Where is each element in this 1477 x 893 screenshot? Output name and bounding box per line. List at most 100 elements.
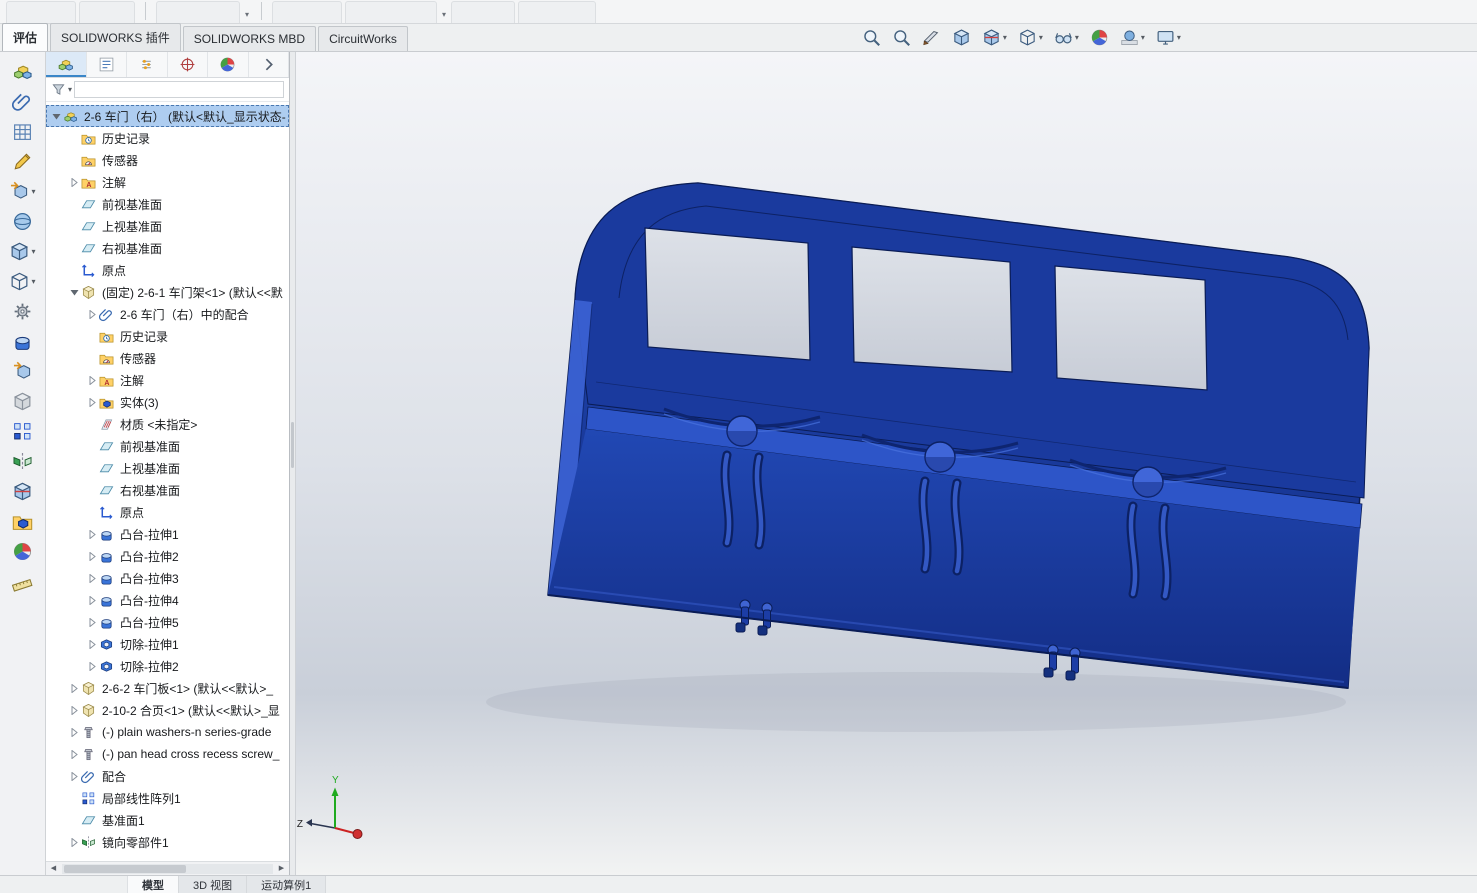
- tree-item[interactable]: 凸台-拉伸3: [46, 567, 289, 589]
- expand-arrow-icon[interactable]: [86, 309, 99, 319]
- tree-item[interactable]: 基准面1: [46, 809, 289, 831]
- tree-item[interactable]: 配合: [46, 765, 289, 787]
- expand-arrow-icon[interactable]: [86, 397, 99, 407]
- ribbon-button[interactable]: [451, 1, 516, 23]
- ribbon-button[interactable]: [518, 1, 597, 23]
- appearances-button[interactable]: [11, 540, 34, 563]
- expand-arrow-icon[interactable]: [86, 617, 99, 627]
- dropdown-caret-icon[interactable]: ▾: [31, 187, 35, 196]
- expand-arrow-icon[interactable]: [68, 177, 81, 187]
- tree-item[interactable]: 镜向零部件1: [46, 831, 289, 853]
- tab-circuitworks[interactable]: CircuitWorks: [318, 26, 408, 51]
- dropdown-caret-icon[interactable]: ▾: [442, 10, 446, 19]
- tab-solidworks-addins[interactable]: SOLIDWORKS 插件: [50, 23, 181, 51]
- expand-arrow-icon[interactable]: [86, 573, 99, 583]
- filter-funnel-icon[interactable]: [51, 82, 66, 97]
- tree-item[interactable]: 凸台-拉伸2: [46, 545, 289, 567]
- solid-component-button[interactable]: [11, 330, 34, 353]
- expand-arrow-icon[interactable]: [86, 639, 99, 649]
- panel-flyout[interactable]: [249, 52, 289, 77]
- expand-arrow-icon[interactable]: [86, 551, 99, 561]
- tree-item[interactable]: 前视基准面: [46, 193, 289, 215]
- ribbon-button[interactable]: [79, 1, 135, 23]
- dropdown-caret-icon[interactable]: ▾: [1039, 33, 1043, 42]
- tree-item[interactable]: 凸台-拉伸4: [46, 589, 289, 611]
- tab-motion-study[interactable]: 运动算例1: [247, 876, 327, 893]
- tree-item[interactable]: 凸台-拉伸5: [46, 611, 289, 633]
- tree-item[interactable]: A 注解: [46, 369, 289, 391]
- tree-item[interactable]: 材质 <未指定>: [46, 413, 289, 435]
- tab-evaluate[interactable]: 评估: [2, 23, 49, 51]
- hide-show-items-button[interactable]: ▾: [1052, 27, 1081, 48]
- scroll-right-icon[interactable]: ▶: [274, 862, 289, 876]
- tree-item[interactable]: 传感器: [46, 347, 289, 369]
- tree-item[interactable]: 历史记录: [46, 127, 289, 149]
- collapse-arrow-icon[interactable]: [50, 112, 63, 121]
- dropdown-caret-icon[interactable]: ▾: [31, 277, 35, 286]
- ghost-component-button[interactable]: [11, 390, 34, 413]
- scroll-left-icon[interactable]: ◀: [46, 862, 61, 876]
- tree-item[interactable]: 凸台-拉伸1: [46, 523, 289, 545]
- scrollbar-thumb[interactable]: [64, 864, 187, 873]
- dimxpertmanager-tab[interactable]: [168, 52, 208, 77]
- dropdown-caret-icon[interactable]: ▾: [245, 10, 249, 19]
- splitter-grip[interactable]: [291, 422, 294, 469]
- viewport-canvas[interactable]: Z Y: [296, 52, 1477, 875]
- tree-item[interactable]: 2-6 车门（右）中的配合: [46, 303, 289, 325]
- dropdown-caret-icon[interactable]: ▾: [1075, 33, 1079, 42]
- tree-item[interactable]: 上视基准面: [46, 457, 289, 479]
- expand-arrow-icon[interactable]: [68, 749, 81, 759]
- displaymanager-tab[interactable]: [208, 52, 249, 77]
- expand-arrow-icon[interactable]: [68, 683, 81, 693]
- pattern-table-button[interactable]: [11, 120, 34, 143]
- propertymanager-tab[interactable]: [87, 52, 127, 77]
- exploded-view-button[interactable]: [11, 300, 34, 323]
- derived-component-button[interactable]: ▾: [8, 180, 36, 203]
- insert-component-button[interactable]: [11, 360, 34, 383]
- view-orientation-button[interactable]: [950, 27, 973, 48]
- section-cube-button[interactable]: ▾: [980, 27, 1009, 48]
- tree-item[interactable]: (固定) 2-6-1 车门架<1> (默认<<默: [46, 281, 289, 303]
- assembly-visualization-button[interactable]: [11, 60, 34, 83]
- tab-3d-views[interactable]: 3D 视图: [179, 876, 248, 893]
- expand-arrow-icon[interactable]: [86, 661, 99, 671]
- ribbon-button[interactable]: [345, 1, 438, 23]
- tree-item[interactable]: (-) plain washers-n series-grade: [46, 721, 289, 743]
- dropdown-caret-icon[interactable]: ▾: [68, 85, 72, 94]
- expand-arrow-icon[interactable]: [86, 375, 99, 385]
- expand-arrow-icon[interactable]: [68, 771, 81, 781]
- scrollbar-track[interactable]: [62, 863, 273, 874]
- interference-detection-button[interactable]: [11, 420, 34, 443]
- tree-item[interactable]: 前视基准面: [46, 435, 289, 457]
- tree-item[interactable]: 历史记录: [46, 325, 289, 347]
- attachments-button[interactable]: [11, 90, 34, 113]
- zoom-fit-button[interactable]: [860, 27, 883, 48]
- zoom-area-button[interactable]: [890, 27, 913, 48]
- expand-arrow-icon[interactable]: [86, 529, 99, 539]
- ribbon-button[interactable]: [6, 1, 76, 23]
- tree-item[interactable]: 原点: [46, 259, 289, 281]
- configurationmanager-tab[interactable]: [127, 52, 168, 77]
- component-stack-button[interactable]: [11, 510, 34, 533]
- display-style-button[interactable]: ▾: [1016, 27, 1045, 48]
- expand-arrow-icon[interactable]: [86, 595, 99, 605]
- tab-model[interactable]: 模型: [128, 876, 179, 893]
- tree-item[interactable]: 传感器: [46, 149, 289, 171]
- tree-item[interactable]: A 注解: [46, 171, 289, 193]
- ribbon-button[interactable]: [272, 1, 343, 23]
- tree-item[interactable]: 局部线性阵列1: [46, 787, 289, 809]
- tree-filter-input[interactable]: [74, 81, 284, 98]
- expand-arrow-icon[interactable]: [68, 727, 81, 737]
- clearance-verification-button[interactable]: [11, 450, 34, 473]
- tree-item[interactable]: 2-10-2 合页<1> (默认<<默认>_显: [46, 699, 289, 721]
- edit-sketch-button[interactable]: [11, 150, 34, 173]
- smart-component-button[interactable]: [11, 210, 34, 233]
- tree-item[interactable]: 右视基准面: [46, 479, 289, 501]
- graphics-viewport[interactable]: Z Y: [296, 52, 1477, 875]
- show-hidden-components-button[interactable]: ▾: [8, 270, 36, 293]
- view-settings-button[interactable]: ▾: [1154, 27, 1183, 48]
- expand-arrow-icon[interactable]: [68, 837, 81, 847]
- hole-alignment-button[interactable]: [11, 480, 34, 503]
- dropdown-caret-icon[interactable]: ▾: [1003, 33, 1007, 42]
- ribbon-button[interactable]: [156, 1, 240, 23]
